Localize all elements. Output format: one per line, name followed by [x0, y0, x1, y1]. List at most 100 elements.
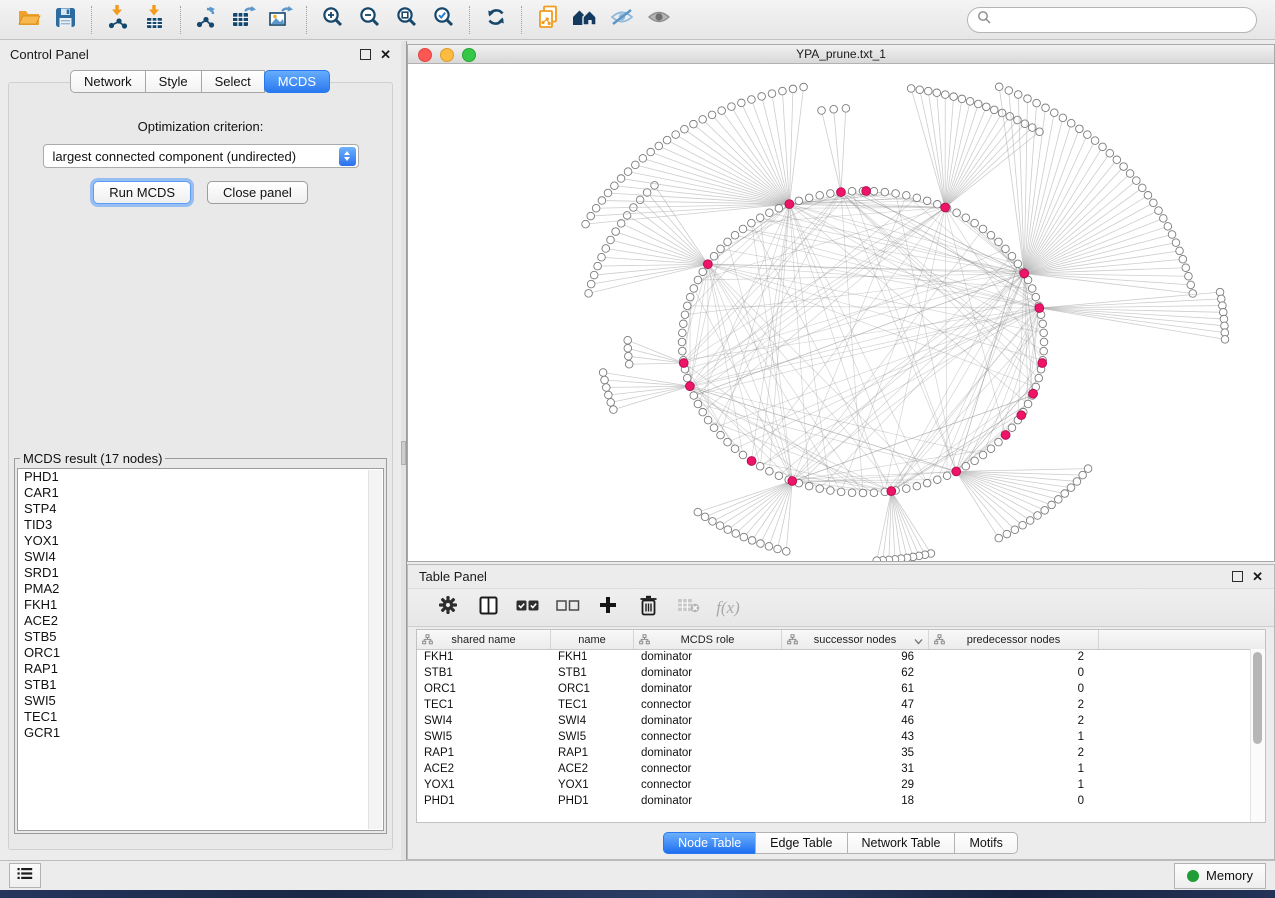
- add-row-button[interactable]: [588, 593, 628, 623]
- table-row[interactable]: STB1STB1dominator620: [417, 665, 1251, 681]
- column-header-shared-name[interactable]: shared name: [417, 630, 551, 649]
- mcds-result-list[interactable]: PHD1CAR1STP4TID3YOX1SWI4SRD1PMA2FKH1ACE2…: [17, 468, 384, 831]
- home-button[interactable]: [566, 4, 603, 36]
- list-item[interactable]: ACE2: [18, 613, 383, 629]
- list-item[interactable]: TID3: [18, 517, 383, 533]
- share-document-button[interactable]: [529, 4, 566, 36]
- refresh-layout-button[interactable]: [477, 4, 514, 36]
- minimize-window-light[interactable]: [440, 48, 454, 62]
- tab-style[interactable]: Style: [145, 70, 202, 93]
- tab-network-table[interactable]: Network Table: [847, 832, 956, 854]
- export-image-icon: [268, 5, 294, 34]
- table-cell: dominator: [634, 745, 782, 761]
- column-header-name[interactable]: name: [551, 630, 634, 649]
- list-item[interactable]: STB1: [18, 677, 383, 693]
- list-item[interactable]: TEC1: [18, 709, 383, 725]
- control-panel-tabs: Network Style Select MCDS: [0, 70, 401, 93]
- delete-table-button[interactable]: [668, 593, 708, 623]
- select-all-button[interactable]: [508, 593, 548, 623]
- close-table-panel-icon[interactable]: ✕: [1252, 570, 1263, 583]
- list-item[interactable]: SRD1: [18, 565, 383, 581]
- table-row[interactable]: ACE2ACE2connector311: [417, 761, 1251, 777]
- tab-select[interactable]: Select: [201, 70, 265, 93]
- list-item[interactable]: PHD1: [18, 469, 383, 485]
- control-panel: Control Panel ✕ Network Style Select MCD…: [0, 41, 401, 860]
- import-table-button[interactable]: [136, 4, 173, 36]
- zoom-fit-button[interactable]: [388, 4, 425, 36]
- list-item[interactable]: RAP1: [18, 661, 383, 677]
- export-network-button[interactable]: [188, 4, 225, 36]
- table-cell: ORC1: [417, 681, 551, 697]
- table-row[interactable]: TEC1TEC1connector472: [417, 697, 1251, 713]
- optimization-criterion-select[interactable]: largest connected component (undirected): [43, 144, 359, 168]
- table-row[interactable]: PHD1PHD1dominator180: [417, 793, 1251, 809]
- close-panel-button[interactable]: Close panel: [207, 181, 308, 204]
- network-graph[interactable]: [408, 64, 1274, 561]
- list-item[interactable]: FKH1: [18, 597, 383, 613]
- list-item[interactable]: SWI4: [18, 549, 383, 565]
- close-window-light[interactable]: [418, 48, 432, 62]
- search-input[interactable]: [991, 12, 1247, 28]
- houses-icon: [571, 6, 599, 33]
- table-cell: 62: [782, 665, 929, 681]
- table-scrollbar-thumb[interactable]: [1253, 652, 1262, 744]
- deselect-all-button[interactable]: [548, 593, 588, 623]
- column-header-mcds-role[interactable]: MCDS role: [634, 630, 782, 649]
- tab-node-table[interactable]: Node Table: [663, 832, 756, 854]
- function-builder-button[interactable]: f(x): [708, 593, 748, 623]
- table-cell: 1: [929, 729, 1099, 745]
- list-item[interactable]: YOX1: [18, 533, 383, 549]
- trash-icon: [639, 595, 658, 621]
- table-row[interactable]: SWI5SWI5connector431: [417, 729, 1251, 745]
- export-table-button[interactable]: [225, 4, 262, 36]
- list-item[interactable]: STB5: [18, 629, 383, 645]
- application-window: Control Panel ✕ Network Style Select MCD…: [0, 0, 1275, 898]
- zoom-in-button[interactable]: [314, 4, 351, 36]
- search-field[interactable]: [967, 7, 1257, 33]
- list-item[interactable]: ORC1: [18, 645, 383, 661]
- save-session-button[interactable]: [47, 4, 84, 36]
- table-scrollbar[interactable]: [1250, 649, 1265, 822]
- network-canvas[interactable]: [408, 64, 1274, 561]
- list-item[interactable]: CAR1: [18, 485, 383, 501]
- table-cell: 2: [929, 745, 1099, 761]
- delete-rows-button[interactable]: [628, 593, 668, 623]
- task-history-button[interactable]: [9, 863, 41, 888]
- memory-button[interactable]: Memory: [1174, 863, 1266, 889]
- zoom-selected-button[interactable]: [425, 4, 462, 36]
- splitter-grip[interactable]: [401, 441, 406, 465]
- list-item[interactable]: PMA2: [18, 581, 383, 597]
- table-row[interactable]: FKH1FKH1dominator962: [417, 649, 1251, 665]
- show-all-button[interactable]: [640, 4, 677, 36]
- table-row[interactable]: SWI4SWI4dominator462: [417, 713, 1251, 729]
- tab-motifs[interactable]: Motifs: [954, 832, 1017, 854]
- node-table-body: FKH1FKH1dominator962STB1STB1dominator620…: [417, 649, 1251, 822]
- table-row[interactable]: RAP1RAP1dominator352: [417, 745, 1251, 761]
- column-header-predecessor-nodes[interactable]: predecessor nodes: [929, 630, 1099, 649]
- export-table-icon: [231, 5, 257, 34]
- tab-network[interactable]: Network: [70, 70, 146, 93]
- close-panel-icon[interactable]: ✕: [380, 48, 391, 61]
- export-image-button[interactable]: [262, 4, 299, 36]
- open-session-button[interactable]: [10, 4, 47, 36]
- show-columns-button[interactable]: [468, 593, 508, 623]
- network-window-titlebar[interactable]: YPA_prune.txt_1: [408, 45, 1274, 64]
- zoom-window-light[interactable]: [462, 48, 476, 62]
- table-cell: STB1: [551, 665, 634, 681]
- float-panel-icon[interactable]: [360, 49, 371, 60]
- table-row[interactable]: YOX1YOX1connector291: [417, 777, 1251, 793]
- result-list-scrollbar[interactable]: [368, 470, 382, 829]
- run-mcds-button[interactable]: Run MCDS: [93, 181, 191, 204]
- table-settings-button[interactable]: [428, 593, 468, 623]
- zoom-out-button[interactable]: [351, 4, 388, 36]
- table-row[interactable]: ORC1ORC1dominator610: [417, 681, 1251, 697]
- list-item[interactable]: STP4: [18, 501, 383, 517]
- hide-selected-button[interactable]: [603, 4, 640, 36]
- list-item[interactable]: GCR1: [18, 725, 383, 741]
- list-item[interactable]: SWI5: [18, 693, 383, 709]
- import-network-button[interactable]: [99, 4, 136, 36]
- column-header-successor-nodes[interactable]: successor nodes: [782, 630, 929, 649]
- tab-edge-table[interactable]: Edge Table: [755, 832, 847, 854]
- tab-mcds[interactable]: MCDS: [264, 70, 330, 93]
- float-table-panel-icon[interactable]: [1232, 571, 1243, 582]
